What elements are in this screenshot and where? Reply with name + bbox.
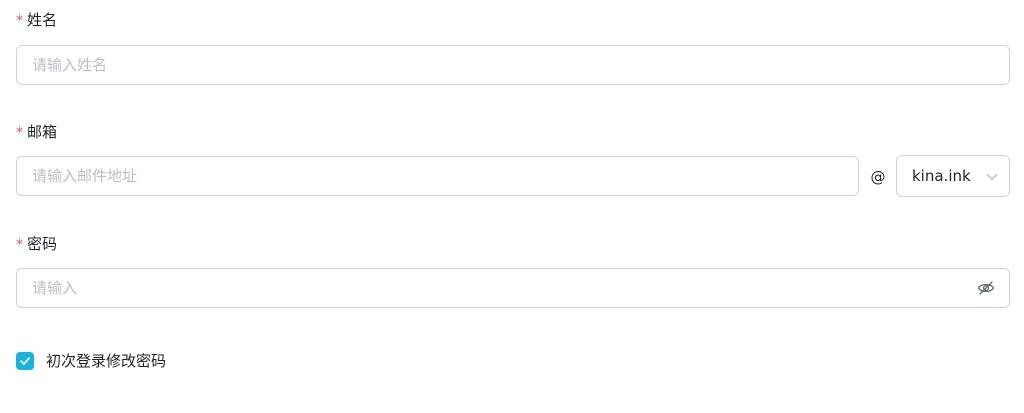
name-label-text: 姓名 (27, 11, 58, 29)
required-mark: * (16, 237, 23, 253)
email-label-text: 邮箱 (27, 123, 58, 141)
eye-off-icon[interactable] (977, 279, 995, 297)
name-label: * 姓名 (16, 9, 57, 31)
chevron-down-icon (985, 169, 999, 183)
password-label-text: 密码 (27, 235, 58, 253)
at-sign: @ (870, 168, 886, 186)
email-input[interactable] (16, 156, 859, 196)
password-input[interactable] (16, 268, 1010, 308)
required-mark: * (16, 13, 23, 29)
first-login-change-password-checkbox[interactable] (16, 352, 34, 370)
first-login-change-password-label: 初次登录修改密码 (46, 352, 167, 370)
email-domain-value: kina.ink (912, 167, 971, 185)
email-label: * 邮箱 (16, 121, 57, 143)
email-domain-select[interactable]: kina.ink (896, 155, 1010, 197)
required-mark: * (16, 125, 23, 141)
password-label: * 密码 (16, 233, 57, 255)
checkmark-icon (20, 357, 30, 365)
name-input[interactable] (16, 45, 1010, 85)
first-login-change-password-option[interactable]: 初次登录修改密码 (16, 350, 166, 372)
